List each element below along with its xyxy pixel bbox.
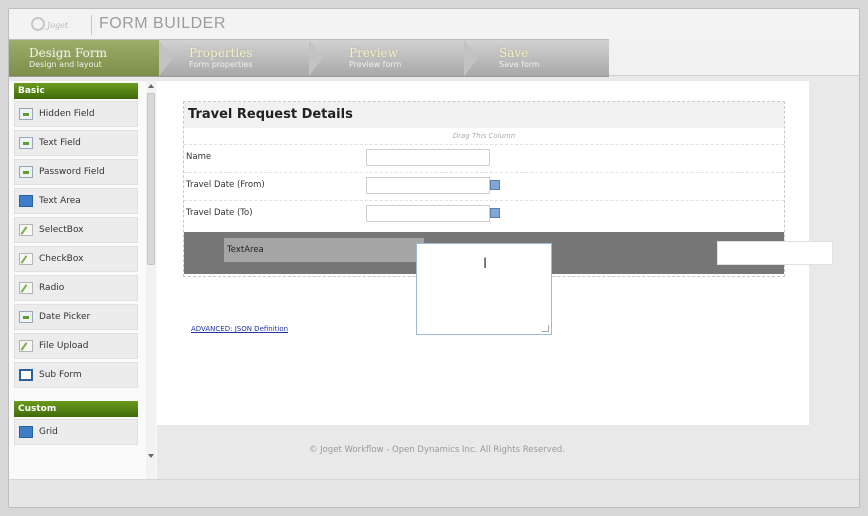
palette-item-label: Radio xyxy=(39,283,65,293)
travel-date-from-input[interactable] xyxy=(366,177,490,194)
palette-item-label: Text Area xyxy=(39,196,81,206)
textarea-label: TextArea xyxy=(224,238,424,262)
palette-item-label: Sub Form xyxy=(39,370,82,380)
palette-radio[interactable]: Radio xyxy=(14,275,138,301)
step-subtitle: Preview form xyxy=(349,60,402,69)
form-canvas: Travel Request Details Drag This Column … xyxy=(157,81,833,425)
header: Joget FORM BUILDER xyxy=(9,9,859,39)
palette-item-label: File Upload xyxy=(39,341,89,351)
copyright-text: © Joget Workflow - Open Dynamics Inc. Al… xyxy=(308,445,566,455)
name-input[interactable] xyxy=(366,149,490,166)
palette-item-label: Date Picker xyxy=(39,312,91,322)
header-divider xyxy=(91,15,92,35)
palette-text-area[interactable]: Text Area xyxy=(14,188,138,214)
step-title: Design Form xyxy=(29,46,107,60)
footer: © Joget Workflow - Open Dynamics Inc. Al… xyxy=(157,425,809,479)
step-design-form[interactable]: Design Form Design and layout xyxy=(9,40,159,76)
dragged-field-input-ghost xyxy=(717,241,833,265)
dragged-textarea[interactable]: I xyxy=(416,243,552,335)
scroll-up-icon[interactable] xyxy=(148,84,154,88)
step-save[interactable]: Save Save form xyxy=(479,40,609,76)
palette-scrollbar[interactable] xyxy=(146,81,156,479)
file-upload-icon xyxy=(19,340,33,352)
form-section-title[interactable]: Travel Request Details xyxy=(184,102,784,128)
sub-form-icon xyxy=(19,369,33,381)
app-title: FORM BUILDER xyxy=(99,15,226,32)
hidden-field-icon xyxy=(19,108,33,120)
field-label: Travel Date (From) xyxy=(186,180,265,190)
step-subtitle: Form properties xyxy=(189,60,253,69)
calendar-icon[interactable] xyxy=(490,208,500,218)
step-title: Preview xyxy=(349,46,398,60)
palette-text-field[interactable]: Text Field xyxy=(14,130,138,156)
step-preview[interactable]: Preview Preview form xyxy=(329,40,479,76)
calendar-icon[interactable] xyxy=(490,180,500,190)
category-custom[interactable]: Custom xyxy=(14,401,138,417)
palette-password-field[interactable]: Password Field xyxy=(14,159,138,185)
form-row-name[interactable]: Name xyxy=(184,144,784,171)
step-title: Save xyxy=(499,46,529,60)
step-properties[interactable]: Properties Form properties xyxy=(169,40,319,76)
form-row-travel-date-to[interactable]: Travel Date (To) xyxy=(184,200,784,227)
travel-date-to-input[interactable] xyxy=(366,205,490,222)
step-title: Properties xyxy=(189,46,253,60)
palette-checkbox[interactable]: CheckBox xyxy=(14,246,138,272)
palette-sub-form[interactable]: Sub Form xyxy=(14,362,138,388)
form-builder-window: Joget FORM BUILDER Design Form Design an… xyxy=(8,8,860,508)
logo-text: Joget xyxy=(47,21,69,30)
palette-file-upload[interactable]: File Upload xyxy=(14,333,138,359)
step-separator xyxy=(309,40,323,76)
palette-item-label: Hidden Field xyxy=(39,109,95,119)
field-label: Name xyxy=(186,152,212,162)
palette-item-label: Password Field xyxy=(39,167,105,177)
palette-item-label: CheckBox xyxy=(39,254,84,264)
category-basic[interactable]: Basic xyxy=(14,83,138,99)
scrollbar-thumb[interactable] xyxy=(147,93,155,265)
text-area-icon xyxy=(19,195,33,207)
form-row-travel-date-from[interactable]: Travel Date (From) xyxy=(184,172,784,199)
palette-hidden-field[interactable]: Hidden Field xyxy=(14,101,138,127)
password-field-icon xyxy=(19,166,33,178)
selectbox-icon xyxy=(19,224,33,236)
palette-date-picker[interactable]: Date Picker xyxy=(14,304,138,330)
step-bar: Design Form Design and layout Properties… xyxy=(9,39,609,77)
checkbox-icon xyxy=(19,253,33,265)
drag-column-note[interactable]: Drag This Column xyxy=(184,132,784,140)
step-bar-filler xyxy=(609,39,859,76)
step-subtitle: Save form xyxy=(499,60,540,69)
palette-list: Basic Hidden Field Text Field Password F… xyxy=(9,81,139,448)
grid-icon xyxy=(19,426,33,438)
bottom-strip xyxy=(9,479,859,507)
text-field-icon xyxy=(19,137,33,149)
resize-grip-icon[interactable] xyxy=(542,325,549,332)
advanced-json-link[interactable]: ADVANCED: JSON Definition xyxy=(191,325,288,333)
scroll-down-icon[interactable] xyxy=(148,454,154,458)
radio-icon xyxy=(19,282,33,294)
palette-grid[interactable]: Grid xyxy=(14,419,138,445)
date-picker-icon xyxy=(19,311,33,323)
palette-item-label: Text Field xyxy=(39,138,81,148)
field-label: Travel Date (To) xyxy=(186,208,253,218)
step-subtitle: Design and layout xyxy=(29,60,102,69)
joget-logo-icon xyxy=(31,17,45,31)
element-palette: Basic Hidden Field Text Field Password F… xyxy=(9,81,157,479)
palette-item-label: Grid xyxy=(39,427,58,437)
step-separator xyxy=(464,40,478,76)
palette-item-label: SelectBox xyxy=(39,225,84,235)
text-cursor-icon: I xyxy=(483,256,488,272)
palette-selectbox[interactable]: SelectBox xyxy=(14,217,138,243)
